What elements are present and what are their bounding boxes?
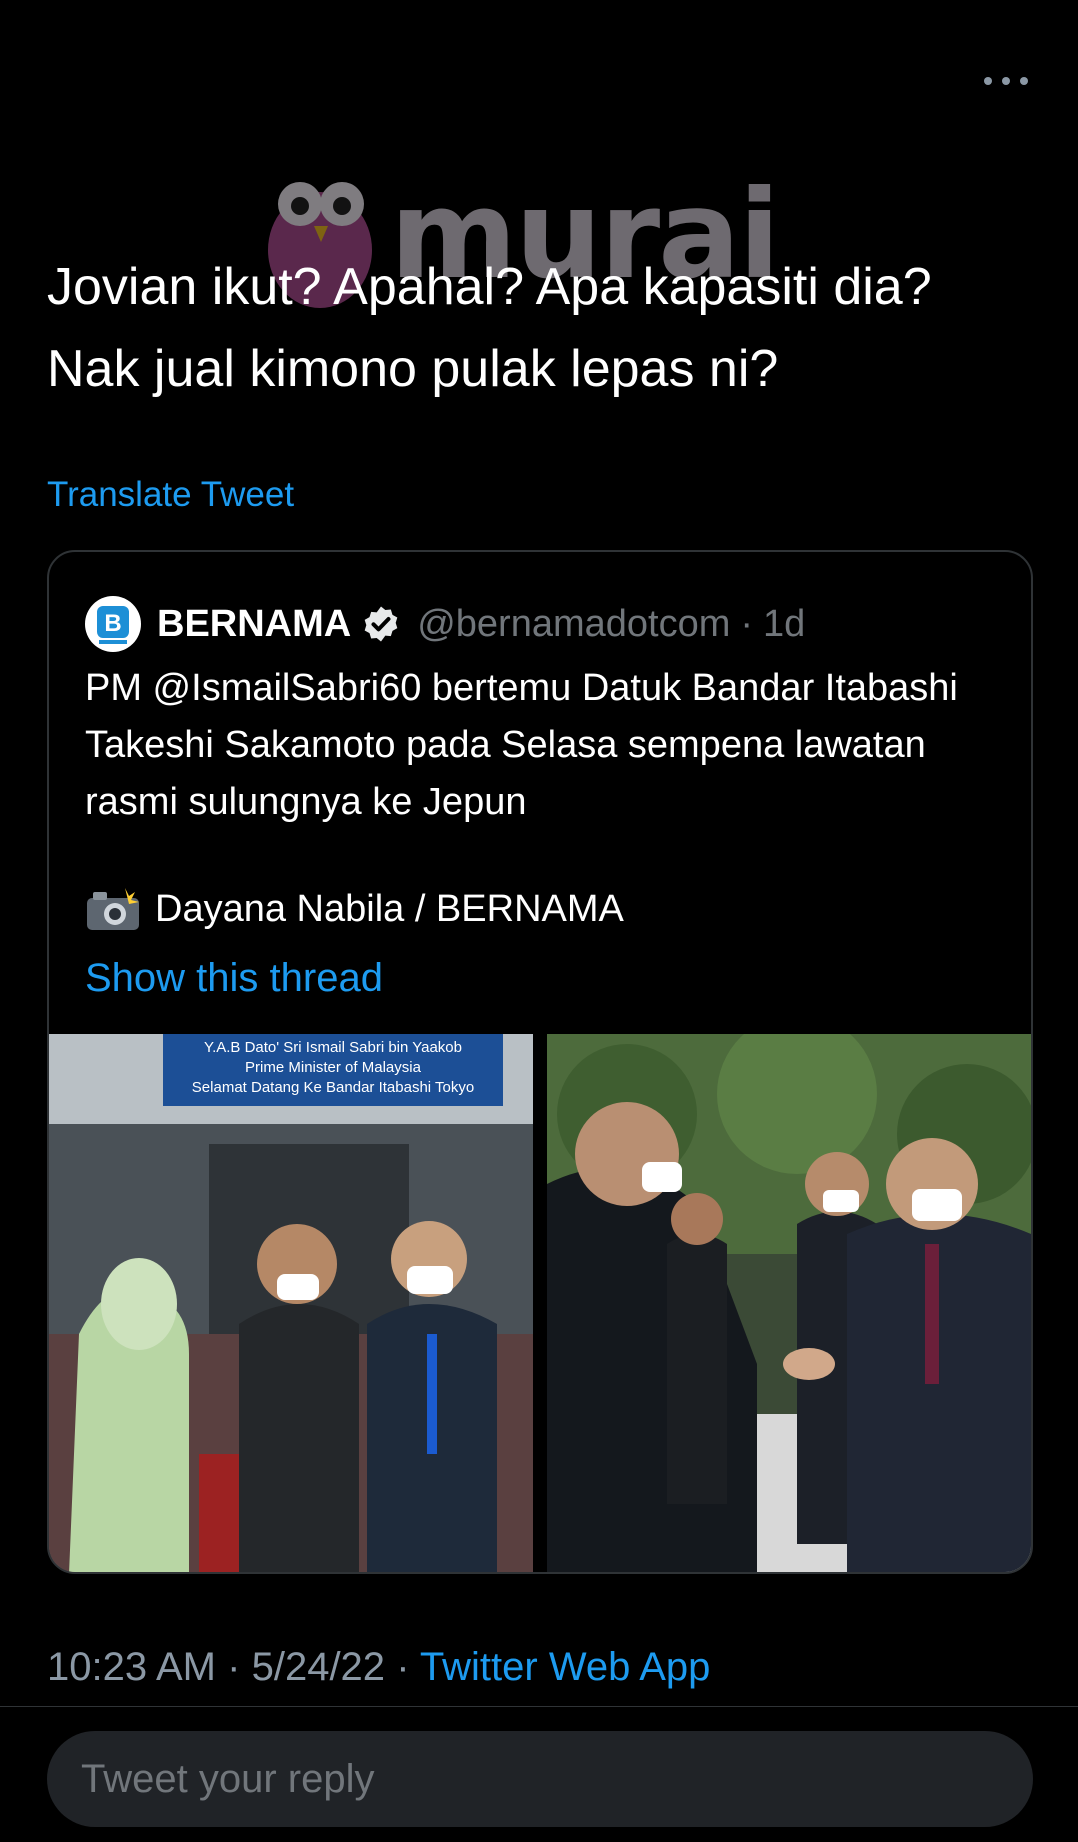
quote-author-handle[interactable]: @bernamadotcom: [417, 603, 730, 646]
sign-line-3: Selamat Datang Ke Bandar Itabashi Tokyo: [192, 1079, 474, 1096]
separator: ·: [227, 1645, 241, 1689]
tweet-date[interactable]: 5/24/22: [252, 1645, 385, 1689]
more-dot-icon: [984, 77, 992, 85]
more-options-button[interactable]: [984, 66, 1028, 96]
welcome-photo: Y.A.B Dato' Sri Ismail Sabri bin Yaakob …: [49, 1034, 533, 1572]
quoted-tweet-card[interactable]: B BERNAMA @bernamadotcom · 1d PM @Ismail…: [47, 550, 1033, 1574]
sign-line-2: Prime Minister of Malaysia: [245, 1059, 422, 1076]
quote-text: PM @IsmailSabri60 bertemu Datuk Bandar I…: [85, 667, 958, 823]
photo-credit: Dayana Nabila / BERNAMA: [85, 886, 624, 932]
handshake-photo: [547, 1034, 1031, 1572]
translate-tweet-link[interactable]: Translate Tweet: [47, 475, 294, 515]
tweet-text: Jovian ikut? Apahal? Apa kapasiti dia? N…: [47, 258, 932, 398]
show-thread-link[interactable]: Show this thread: [85, 956, 383, 1001]
photo-right[interactable]: [547, 1034, 1031, 1572]
photo-credit-text: Dayana Nabila / BERNAMA: [155, 887, 624, 930]
separator: ·: [396, 1645, 410, 1689]
media-grid: Y.A.B Dato' Sri Ismail Sabri bin Yaakob …: [49, 1034, 1031, 1572]
avatar[interactable]: B: [85, 596, 141, 652]
tweet-time[interactable]: 10:23 AM: [47, 1645, 216, 1689]
separator: ·: [740, 602, 754, 645]
svg-text:B: B: [104, 610, 121, 637]
tweet-meta: 10:23 AM · 5/24/22 · Twitter Web App: [47, 1645, 710, 1690]
tweet-source-link[interactable]: Twitter Web App: [420, 1645, 711, 1689]
more-dot-icon: [1002, 77, 1010, 85]
quote-header: B BERNAMA @bernamadotcom · 1d: [85, 596, 805, 652]
bernama-logo-icon: B: [97, 606, 129, 644]
reply-input[interactable]: [47, 1731, 1033, 1827]
divider: [0, 1706, 1078, 1707]
photo-left[interactable]: Y.A.B Dato' Sri Ismail Sabri bin Yaakob …: [49, 1034, 533, 1572]
quote-timestamp[interactable]: 1d: [763, 603, 805, 646]
sign-line-1: Y.A.B Dato' Sri Ismail Sabri bin Yaakob: [204, 1039, 462, 1056]
more-dot-icon: [1020, 77, 1028, 85]
quote-author-name[interactable]: BERNAMA: [157, 603, 351, 646]
camera-flash-icon: [87, 888, 139, 930]
verified-badge-icon: [364, 606, 398, 642]
